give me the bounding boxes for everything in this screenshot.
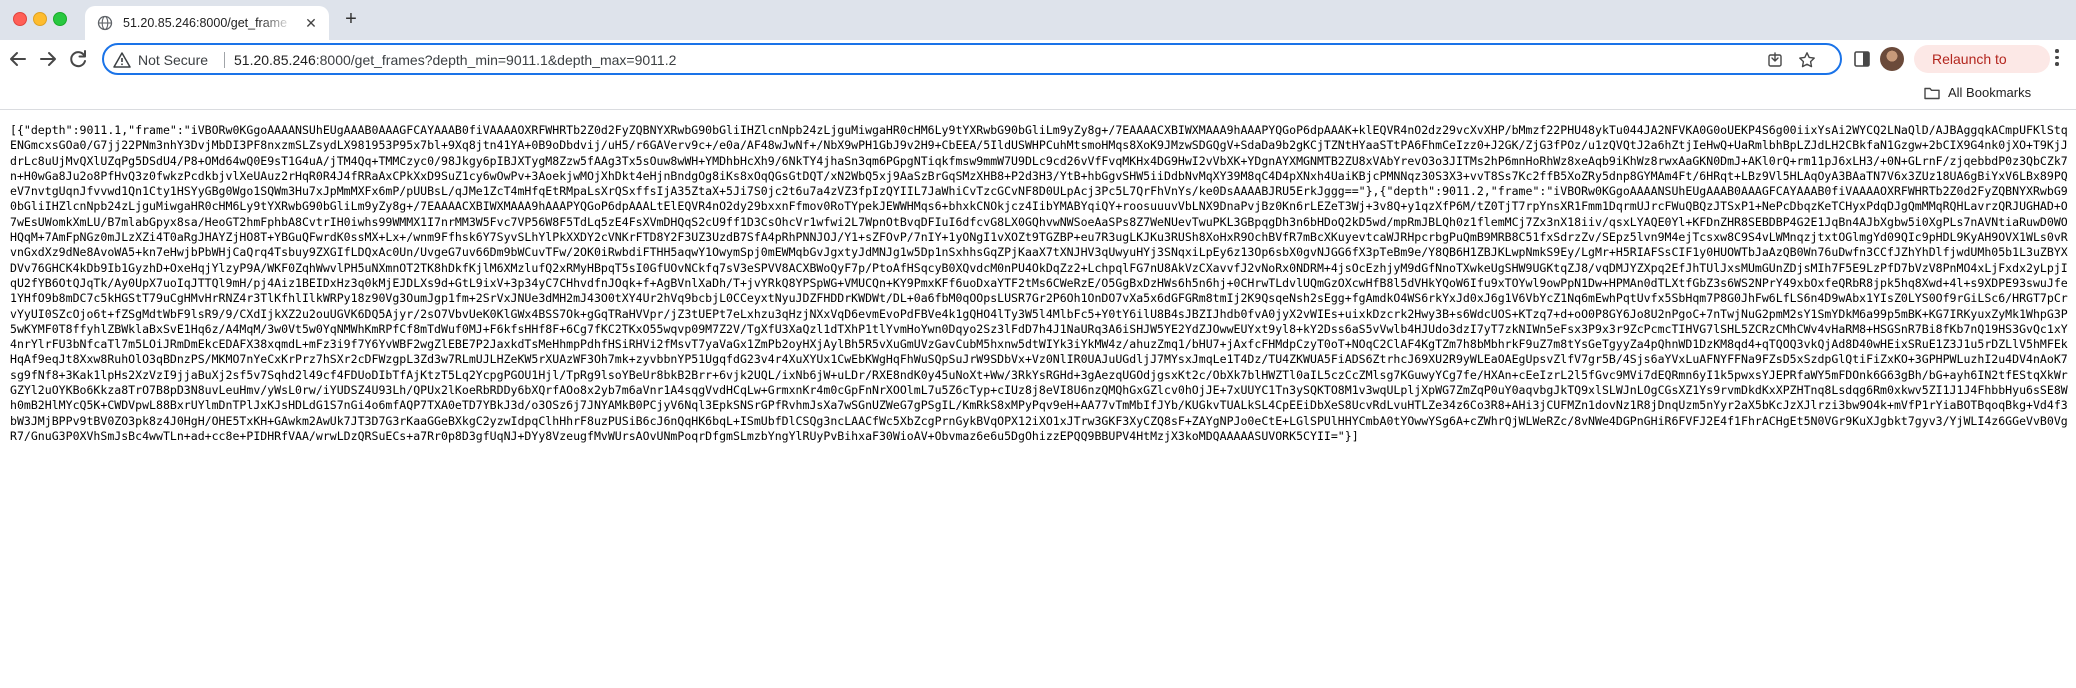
bookmarks-bar: All Bookmarks [0, 78, 2076, 110]
page-viewport: [{"depth":9011.1,"frame":"iVBORw0KGgoAAA… [0, 111, 2076, 688]
globe-icon [97, 15, 113, 31]
close-tab-icon[interactable]: ✕ [303, 15, 319, 31]
all-bookmarks-button[interactable]: All Bookmarks [1924, 85, 2031, 103]
forward-arrow-icon[interactable] [36, 47, 60, 71]
back-arrow-icon[interactable] [6, 47, 30, 71]
tab-title: 51.20.85.246:8000/get_frame [123, 16, 288, 30]
reload-icon[interactable] [66, 47, 90, 71]
address-bar[interactable]: Not Secure 51.20.85.246:8000/get_frames?… [102, 43, 1842, 75]
profile-avatar[interactable] [1880, 47, 1904, 71]
warning-info-icon[interactable] [113, 51, 131, 69]
browser-toolbar: Not Secure 51.20.85.246:8000/get_frames?… [0, 40, 2076, 95]
tab-strip: 51.20.85.246:8000/get_frame ✕ + [0, 0, 2076, 40]
relaunch-update-button[interactable]: Relaunch to update [1914, 45, 2050, 95]
install-app-icon[interactable] [1766, 51, 1784, 69]
url-path: :8000/get_frames?depth_min=9011.1&depth_… [315, 52, 677, 68]
maximize-window-button[interactable] [53, 12, 67, 26]
security-label[interactable]: Not Secure [138, 52, 208, 68]
url-text[interactable]: 51.20.85.246:8000/get_frames?depth_min=9… [234, 52, 676, 68]
json-response-text: [{"depth":9011.1,"frame":"iVBORw0KGgoAAA… [10, 123, 2068, 443]
more-menu-icon[interactable] [2054, 49, 2060, 69]
new-tab-button[interactable]: + [340, 9, 362, 31]
folder-icon [1924, 86, 1940, 100]
active-tab[interactable]: 51.20.85.246:8000/get_frame ✕ [85, 6, 329, 40]
close-window-button[interactable] [13, 12, 27, 26]
url-host: 51.20.85.246 [234, 52, 316, 68]
address-divider [224, 52, 225, 68]
all-bookmarks-label: All Bookmarks [1948, 85, 2032, 100]
side-panel-icon[interactable] [1852, 49, 1872, 69]
bookmark-star-icon[interactable] [1798, 51, 1816, 69]
minimize-window-button[interactable] [33, 12, 47, 26]
